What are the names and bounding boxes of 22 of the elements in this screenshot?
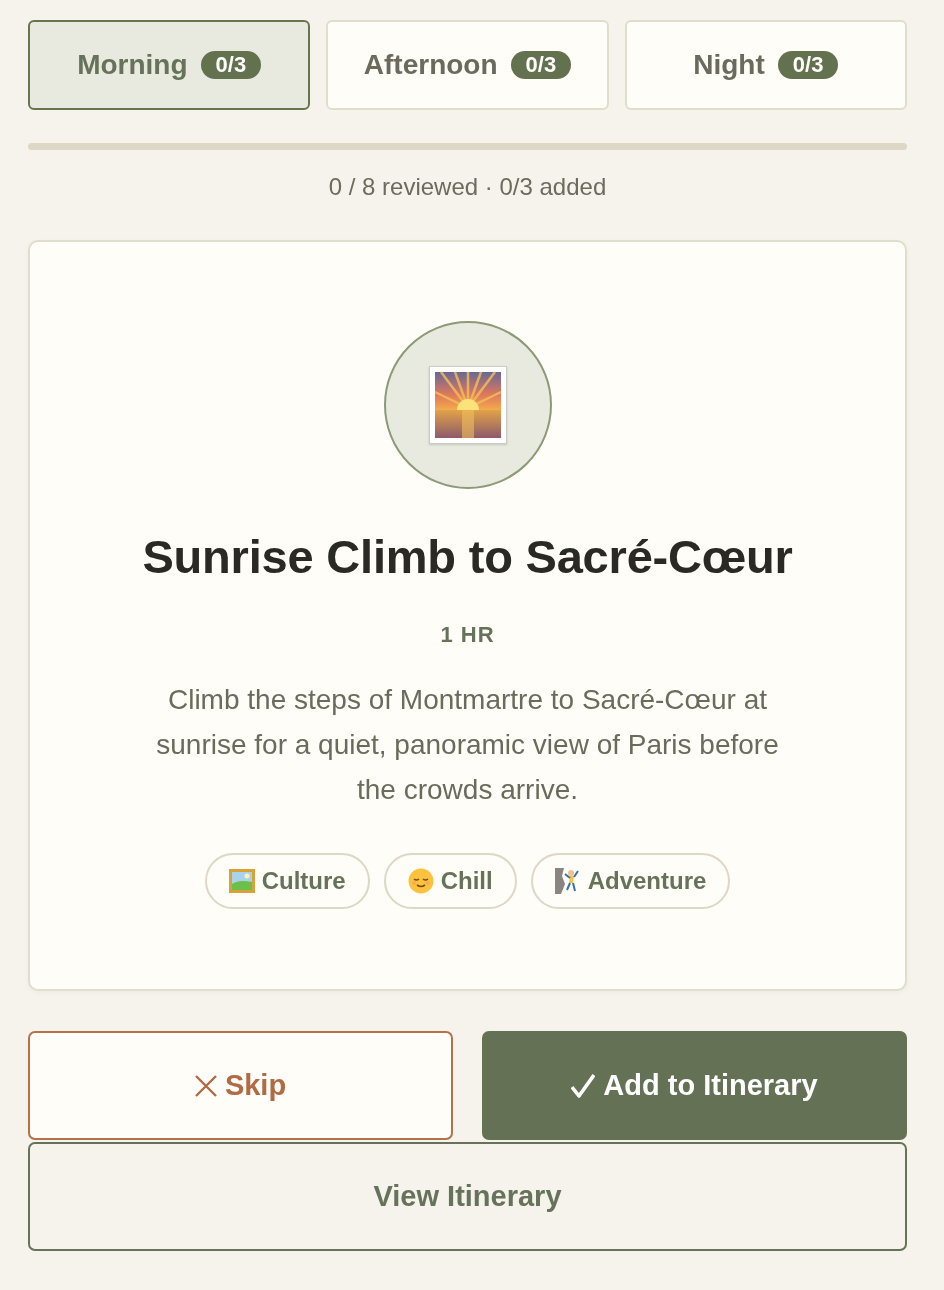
duration-label: 1 HR (440, 621, 495, 649)
sunrise-picture-icon (428, 366, 507, 444)
activity-title: Sunrise Climb to Sacré-Cœur (142, 529, 793, 585)
time-of-day-tab[interactable]: Afternoon 0/3 (326, 20, 609, 110)
activity-description: Climb the steps of Montmartre to Sacré-Cœur at sunrise for a quiet, panoramic view of Paris before the crowds arrive. (155, 683, 780, 807)
framed-picture-icon (228, 868, 255, 894)
relieved-face-icon (407, 868, 434, 894)
tag-label: Chill (440, 867, 493, 895)
check-icon (571, 1073, 596, 1098)
progress-status-text: 0 / 8 reviewed · 0/3 added (327, 172, 608, 202)
view-itinerary-button[interactable]: View Itinerary (28, 1142, 907, 1251)
count-badge: 0/3 (510, 51, 572, 79)
count-badge: 0/3 (200, 51, 262, 79)
skip-button[interactable]: Skip (28, 1031, 453, 1140)
tag-label: Adventure (587, 867, 707, 895)
climber-icon (554, 868, 581, 894)
tag-label: Culture (261, 867, 346, 895)
count-badge: 0/3 (777, 51, 839, 79)
time-of-day-tab[interactable]: Morning 0/3 (28, 20, 311, 110)
time-of-day-tab[interactable]: Night 0/3 (624, 20, 907, 110)
close-icon (194, 1074, 217, 1097)
add-to-itinerary-button[interactable]: Add to Itinerary (482, 1031, 907, 1140)
